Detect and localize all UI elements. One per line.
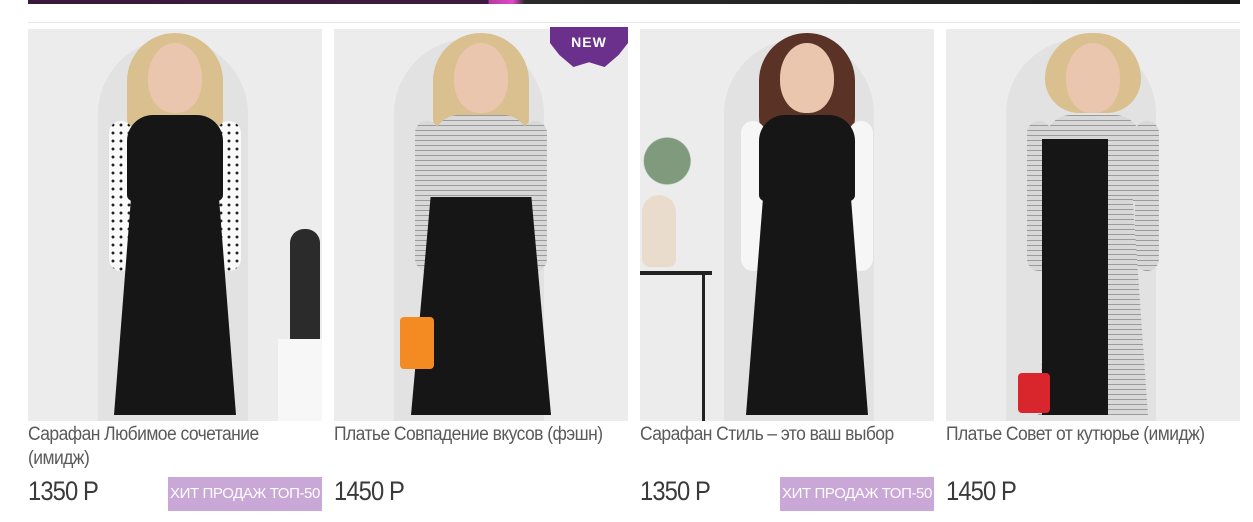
- product-card[interactable]: Платье Совет от кутюрье (имидж) 1450 Р: [946, 29, 1240, 519]
- model-figure: [95, 29, 255, 421]
- product-card[interactable]: NEW Платье Совпадение вкусов (фэшн) 1450…: [334, 27, 628, 519]
- hit-badge: ХИТ ПРОДАЖ ТОП-50: [780, 477, 934, 511]
- product-price: 1350 Р: [28, 476, 99, 506]
- model-figure: [727, 29, 887, 421]
- horse-sculpture: [290, 229, 320, 347]
- red-handbag: [1018, 373, 1050, 413]
- product-photo[interactable]: [334, 29, 628, 421]
- section-divider: [28, 22, 1240, 23]
- product-name[interactable]: Сарафан Стиль – это ваш выбор: [640, 423, 910, 447]
- product-price: 1450 Р: [946, 476, 1017, 506]
- product-name[interactable]: Платье Совпадение вкусов (фэшн): [334, 423, 604, 447]
- product-photo[interactable]: [946, 29, 1240, 421]
- hit-badge: ХИТ ПРОДАЖ ТОП-50: [168, 477, 322, 511]
- product-photo[interactable]: [640, 29, 934, 421]
- product-photo[interactable]: [28, 29, 322, 421]
- product-price: 1450 Р: [334, 476, 405, 506]
- model-figure: [1013, 29, 1173, 421]
- product-name[interactable]: Платье Совет от кутюрье (имидж): [946, 423, 1216, 447]
- vase-decor: [642, 195, 676, 267]
- product-card[interactable]: Сарафан Любимое сочетание (имидж) 1350 Р…: [28, 29, 322, 519]
- top-banner-strip[interactable]: [28, 0, 1240, 4]
- product-price: 1350 Р: [640, 476, 711, 506]
- side-table-leg: [702, 275, 705, 421]
- product-card[interactable]: Сарафан Стиль – это ваш выбор 1350 Р ХИТ…: [640, 29, 934, 519]
- plant-decor: [640, 121, 708, 201]
- orange-handbag: [400, 317, 434, 369]
- product-name[interactable]: Сарафан Любимое сочетание (имидж): [28, 423, 298, 471]
- pedestal: [278, 339, 322, 421]
